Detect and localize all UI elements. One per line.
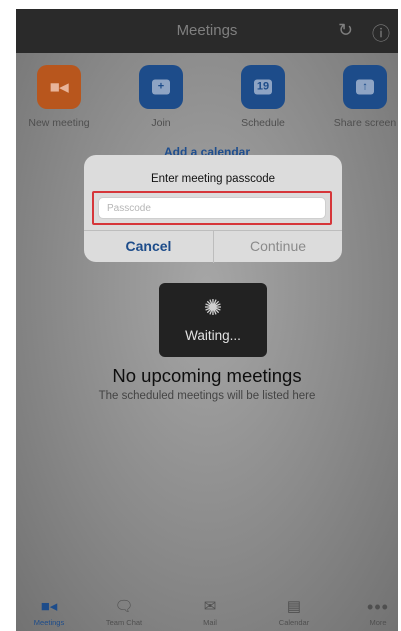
loading-text: Waiting... (185, 328, 241, 343)
empty-state-subtitle: The scheduled meetings will be listed he… (98, 390, 316, 402)
tab-label: Team Chat (105, 618, 143, 627)
video-camera-icon: ■◂ (49, 77, 69, 97)
empty-state-title: No upcoming meetings (112, 365, 302, 386)
tab-label: More (369, 618, 387, 627)
share-up-icon: ↑ (356, 79, 374, 95)
video-camera-icon: ■◂ (40, 598, 58, 615)
calendar-icon: ▤ (286, 598, 302, 615)
join-label: Join (151, 117, 171, 129)
tab-bar: ■◂ Meetings 🗨 Team Chat ✉ Mail ▤ Calenda… (16, 589, 398, 631)
input-highlight-box (92, 191, 332, 225)
refresh-icon[interactable]: ↻ (338, 20, 353, 41)
tab-label: Mail (203, 618, 217, 627)
tab-label: Meetings (33, 618, 65, 627)
dialog-title: Enter meeting passcode (150, 173, 276, 185)
tab-more[interactable]: ••• More (340, 597, 398, 627)
schedule-tile[interactable]: 19 (241, 65, 285, 109)
app-screen: Meetings ↻ ⓘ ■◂ New meeting + Join 19 Sc… (16, 9, 398, 631)
dialog-button-row: Cancel Continue (84, 230, 342, 263)
new-meeting-button[interactable]: ■◂ New meeting (18, 65, 100, 129)
spinner-icon: ✺ (203, 295, 223, 320)
cancel-button[interactable]: Cancel (84, 231, 213, 263)
chat-bubbles-icon: 🗨 (114, 598, 134, 615)
continue-button[interactable]: Continue (213, 231, 342, 263)
quick-actions: ■◂ New meeting + Join 19 Schedule ↑ Shar… (16, 65, 398, 135)
join-tile[interactable]: + (139, 65, 183, 109)
share-screen-tile[interactable]: ↑ (343, 65, 387, 109)
loading-indicator: ✺ Waiting... (159, 283, 267, 357)
tab-calendar[interactable]: ▤ Calendar (256, 598, 332, 628)
tab-mail[interactable]: ✉ Mail (172, 598, 248, 628)
calendar-icon: 19 (254, 79, 272, 95)
plus-icon: + (152, 79, 170, 95)
info-icon[interactable]: ⓘ (372, 20, 390, 46)
tab-team-chat[interactable]: 🗨 Team Chat (86, 598, 162, 628)
share-screen-label: Share screen (333, 117, 397, 129)
schedule-button[interactable]: 19 Schedule (222, 65, 304, 129)
new-meeting-tile[interactable]: ■◂ (37, 65, 81, 109)
share-screen-button[interactable]: ↑ Share screen (324, 65, 398, 129)
tab-meetings[interactable]: ■◂ Meetings (16, 598, 87, 628)
navigation-bar: Meetings ↻ ⓘ (16, 9, 398, 53)
join-button[interactable]: + Join (120, 65, 202, 129)
tab-label: Calendar (278, 618, 310, 627)
schedule-label: Schedule (241, 117, 285, 129)
passcode-dialog: Enter meeting passcode Cancel Continue (84, 155, 342, 263)
more-dots-icon: ••• (367, 597, 389, 617)
new-meeting-label: New meeting (28, 117, 90, 129)
mail-icon: ✉ (203, 598, 217, 615)
